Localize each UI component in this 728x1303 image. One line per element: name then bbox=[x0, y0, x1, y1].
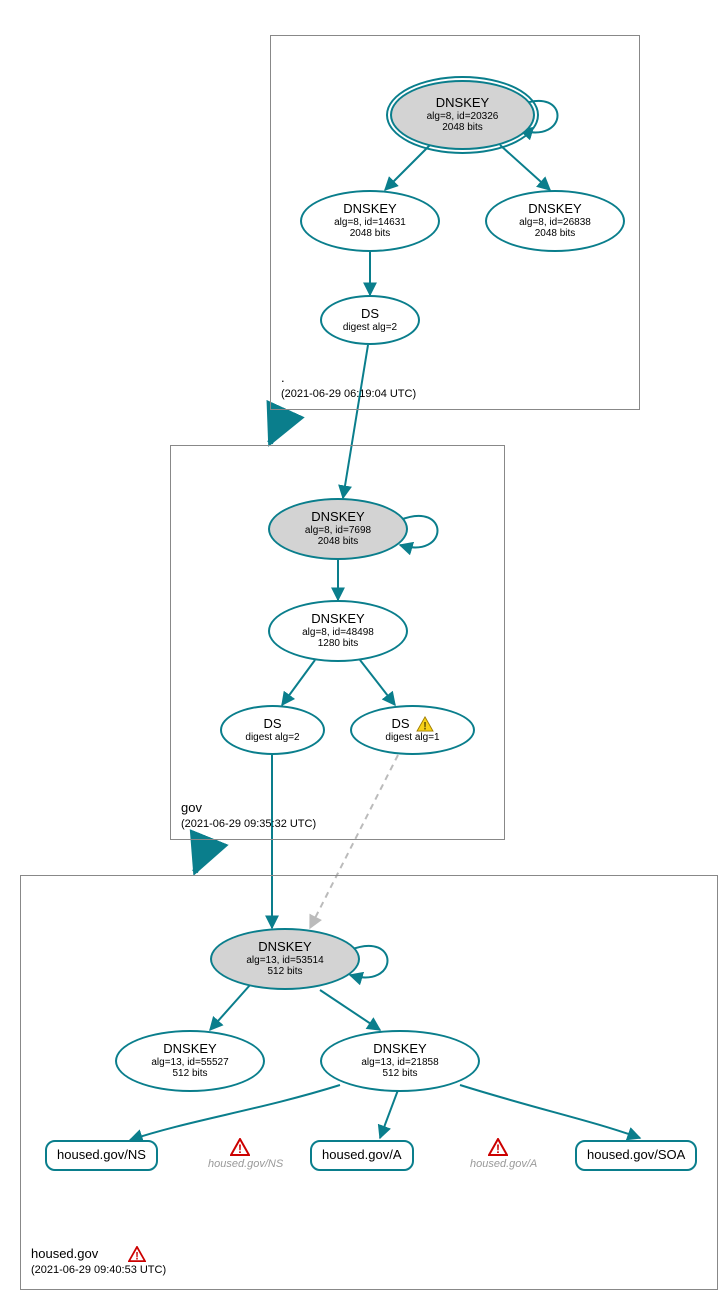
gov-ksk: DNSKEY alg=8, id=7698 2048 bits bbox=[268, 498, 408, 560]
node-sub1: alg=8, id=20326 bbox=[427, 111, 499, 123]
root-ksk: DNSKEY alg=8, id=20326 2048 bits bbox=[390, 80, 535, 150]
node-sub1: alg=8, id=7698 bbox=[305, 525, 371, 537]
node-title: DNSKEY bbox=[528, 202, 581, 217]
svg-text:!: ! bbox=[496, 1142, 500, 1156]
gov-ds-alg2: DS digest alg=2 bbox=[220, 705, 325, 755]
zone-root-label: . (2021-06-29 06:19:04 UTC) bbox=[281, 370, 416, 401]
root-zsk-26838: DNSKEY alg=8, id=26838 2048 bits bbox=[485, 190, 625, 252]
rr-label: housed.gov/A bbox=[322, 1148, 402, 1163]
rr-ns: housed.gov/NS bbox=[45, 1140, 158, 1171]
dnssec-graph: . (2021-06-29 06:19:04 UTC) DNSKEY alg=8… bbox=[10, 10, 718, 1293]
ghost-a: housed.gov/A bbox=[470, 1158, 537, 1170]
housed-ksk: DNSKEY alg=13, id=53514 512 bits bbox=[210, 928, 360, 990]
node-title: DNSKEY bbox=[258, 940, 311, 955]
node-sub1: alg=13, id=21858 bbox=[361, 1057, 438, 1069]
zone-gov-label: gov (2021-06-29 09:35:32 UTC) bbox=[181, 800, 316, 831]
node-sub2: 2048 bits bbox=[350, 228, 391, 240]
node-title: DNSKEY bbox=[436, 96, 489, 111]
svg-text:!: ! bbox=[423, 721, 427, 733]
node-sub2: 512 bits bbox=[172, 1068, 207, 1080]
warning-icon: ! bbox=[416, 716, 434, 732]
node-sub1: alg=8, id=48498 bbox=[302, 627, 374, 639]
zone-housed-name: housed.gov bbox=[31, 1246, 98, 1263]
error-icon: ! bbox=[230, 1138, 250, 1156]
root-ds: DS digest alg=2 bbox=[320, 295, 420, 345]
housed-zsk-21858: DNSKEY alg=13, id=21858 512 bits bbox=[320, 1030, 480, 1092]
node-title: DNSKEY bbox=[311, 510, 364, 525]
node-sub2: 2048 bits bbox=[442, 122, 483, 134]
node-title: DNSKEY bbox=[163, 1042, 216, 1057]
node-sub1: digest alg=2 bbox=[343, 322, 397, 334]
rr-a: housed.gov/A bbox=[310, 1140, 414, 1171]
error-icon: ! bbox=[128, 1246, 146, 1262]
zone-gov-name: gov bbox=[181, 800, 316, 817]
node-title: DNSKEY bbox=[343, 202, 396, 217]
node-title: DS bbox=[391, 717, 409, 732]
rr-label: housed.gov/SOA bbox=[587, 1148, 685, 1163]
node-sub1: alg=8, id=14631 bbox=[334, 217, 406, 229]
gov-ds-alg1: DS ! digest alg=1 bbox=[350, 705, 475, 755]
gov-zsk: DNSKEY alg=8, id=48498 1280 bits bbox=[268, 600, 408, 662]
node-sub1: digest alg=1 bbox=[385, 732, 439, 744]
zone-root-ts: (2021-06-29 06:19:04 UTC) bbox=[281, 387, 416, 401]
node-title: DS bbox=[263, 717, 281, 732]
node-sub2: 2048 bits bbox=[318, 536, 359, 548]
node-sub2: 512 bits bbox=[267, 966, 302, 978]
node-sub1: digest alg=2 bbox=[245, 732, 299, 744]
node-title: DNSKEY bbox=[373, 1042, 426, 1057]
node-sub2: 512 bits bbox=[382, 1068, 417, 1080]
svg-text:!: ! bbox=[135, 1251, 139, 1263]
ghost-ns: housed.gov/NS bbox=[208, 1158, 283, 1170]
svg-text:!: ! bbox=[238, 1142, 242, 1156]
node-sub1: alg=8, id=26838 bbox=[519, 217, 591, 229]
node-sub1: alg=13, id=53514 bbox=[246, 955, 323, 967]
zone-root-name: . bbox=[281, 370, 416, 387]
node-title: DNSKEY bbox=[311, 612, 364, 627]
error-icon: ! bbox=[488, 1138, 508, 1156]
node-title: DS bbox=[361, 307, 379, 322]
zone-housed-label: housed.gov ! (2021-06-29 09:40:53 UTC) bbox=[31, 1246, 166, 1277]
rr-soa: housed.gov/SOA bbox=[575, 1140, 697, 1171]
node-sub2: 2048 bits bbox=[535, 228, 576, 240]
node-sub1: alg=13, id=55527 bbox=[151, 1057, 228, 1069]
housed-zsk-55527: DNSKEY alg=13, id=55527 512 bits bbox=[115, 1030, 265, 1092]
zone-gov-ts: (2021-06-29 09:35:32 UTC) bbox=[181, 817, 316, 831]
zone-housed-ts: (2021-06-29 09:40:53 UTC) bbox=[31, 1263, 166, 1277]
node-sub2: 1280 bits bbox=[318, 638, 359, 650]
root-zsk-14631: DNSKEY alg=8, id=14631 2048 bits bbox=[300, 190, 440, 252]
rr-label: housed.gov/NS bbox=[57, 1148, 146, 1163]
